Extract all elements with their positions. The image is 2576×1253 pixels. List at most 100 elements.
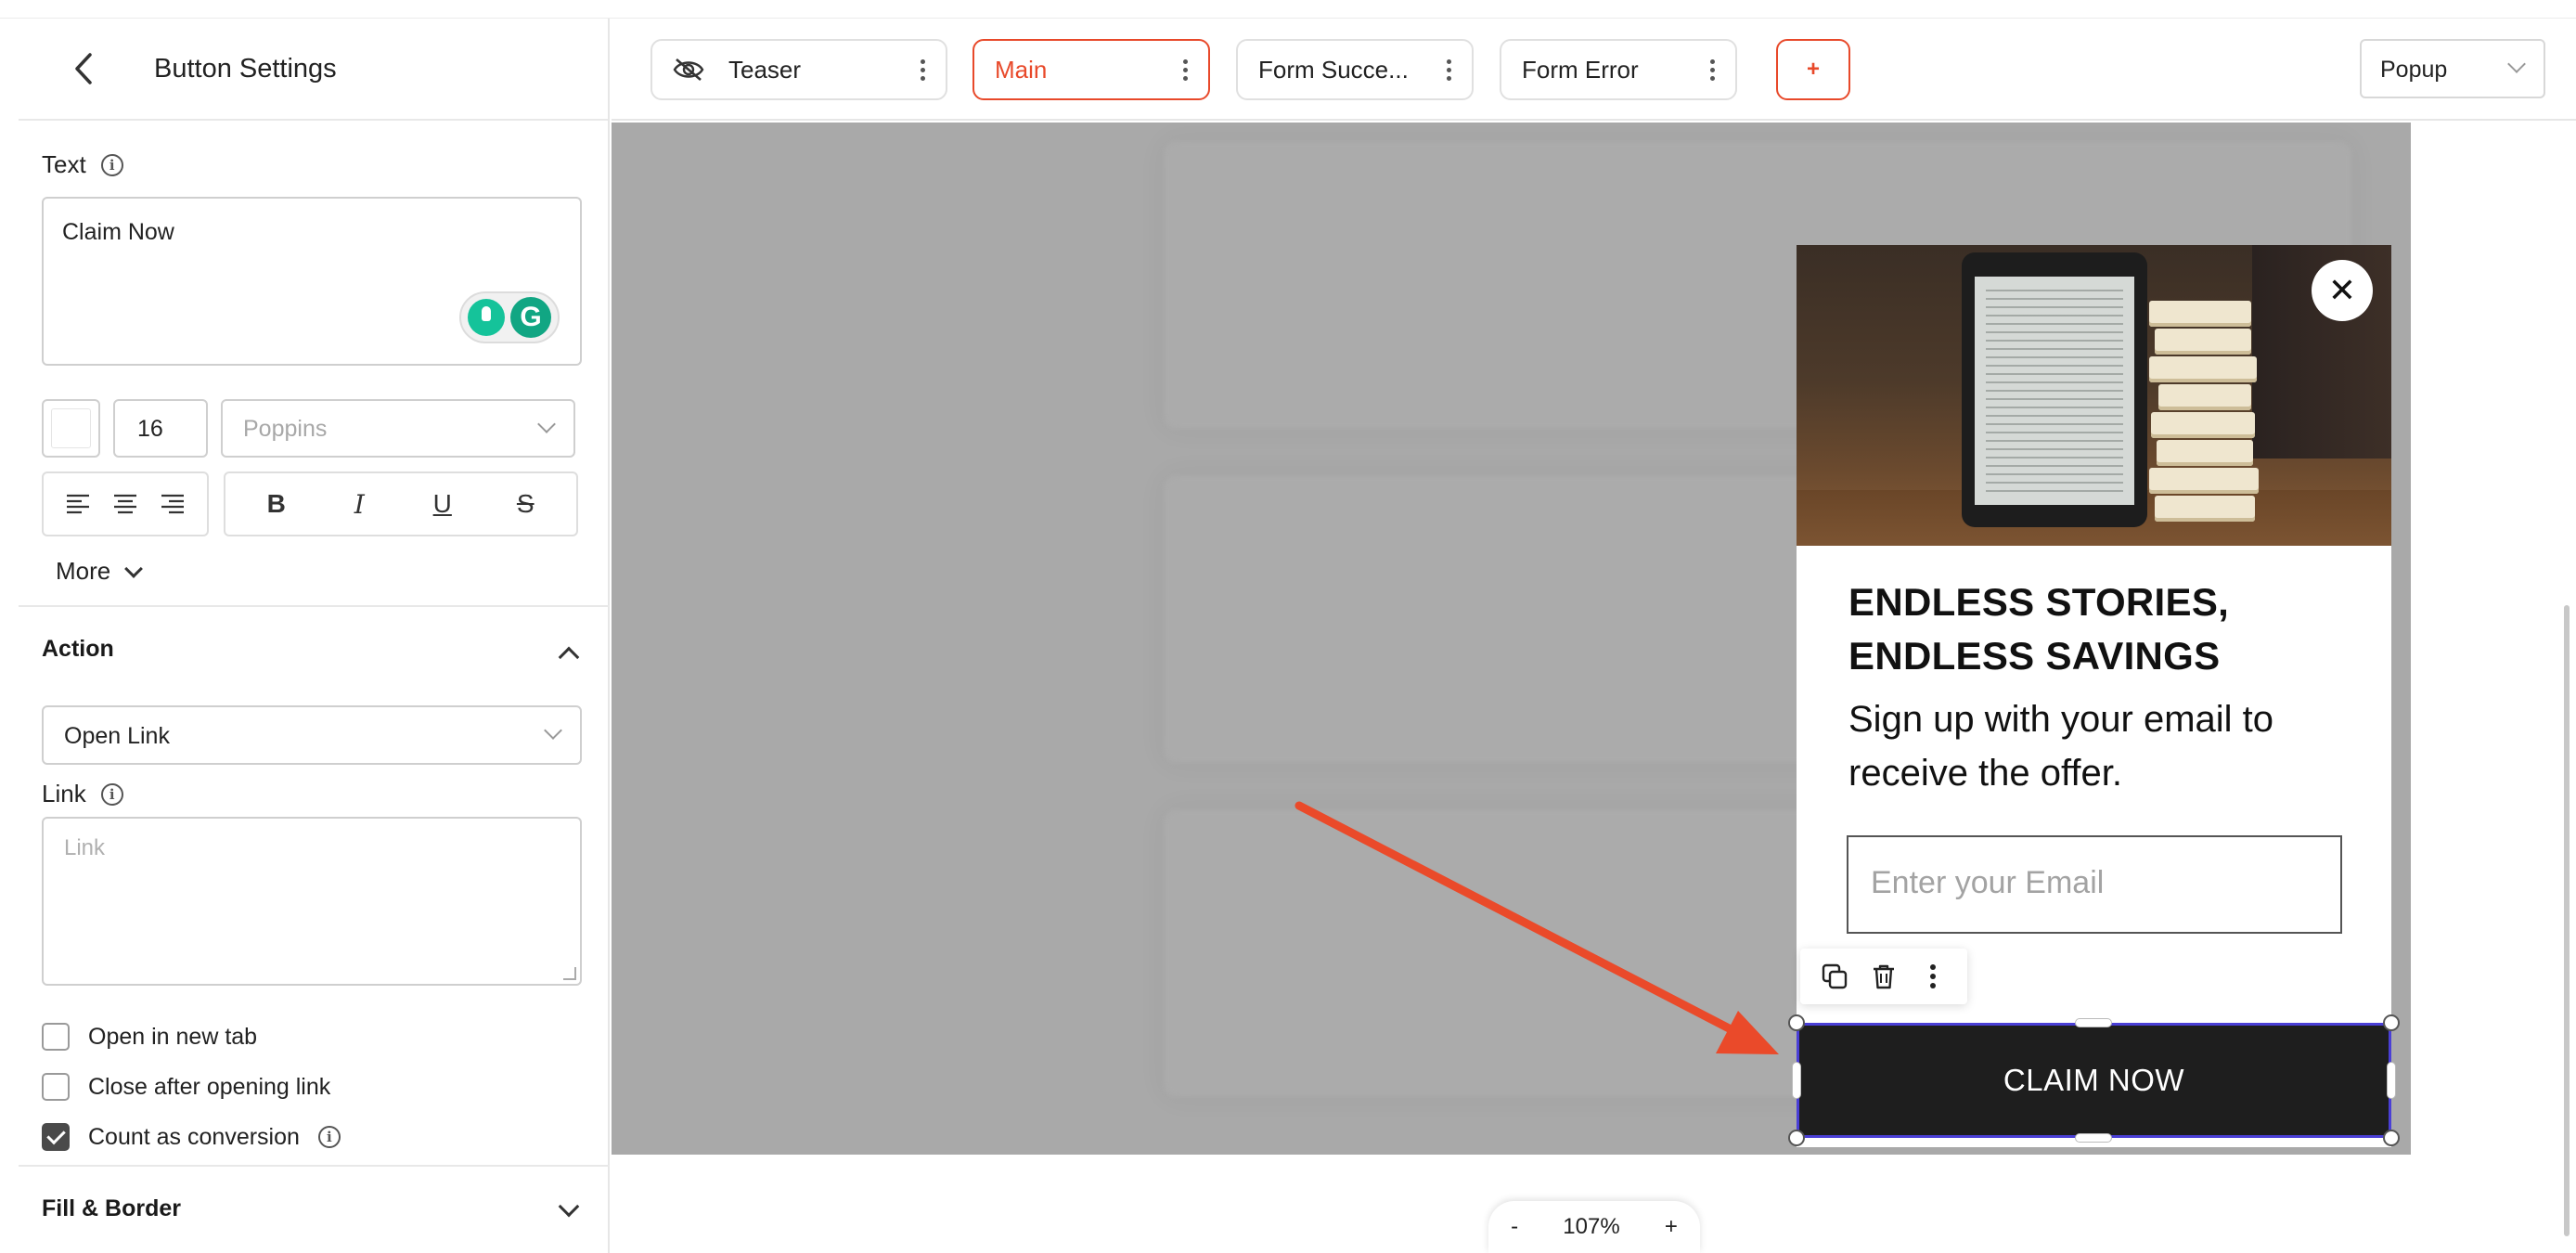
resize-handle[interactable]	[2075, 1133, 2112, 1143]
close-after-link-checkbox[interactable]	[42, 1073, 70, 1101]
zoom-control: - 107% +	[1488, 1201, 1700, 1253]
email-field[interactable]: Enter your Email	[1847, 835, 2342, 934]
checkbox-label: Close after opening link	[88, 1073, 331, 1100]
ebook-hero-image: ✕	[1797, 245, 2391, 546]
kebab-menu-icon[interactable]	[1710, 59, 1715, 81]
font-family-value: Poppins	[243, 416, 328, 442]
tab-main[interactable]: Main	[972, 39, 1210, 100]
tab-form-error[interactable]: Form Error	[1500, 39, 1737, 100]
text-label: Text i	[42, 150, 123, 179]
display-type-select[interactable]: Popup	[2360, 39, 2545, 98]
kebab-menu-icon[interactable]	[921, 59, 925, 81]
chevron-down-icon	[2507, 55, 2526, 73]
open-new-tab-checkbox[interactable]	[42, 1023, 70, 1051]
chevron-left-icon	[75, 53, 92, 84]
info-icon[interactable]: i	[100, 782, 123, 806]
more-label: More	[56, 557, 111, 585]
chevron-down-icon[interactable]	[558, 1195, 580, 1218]
ereader-screen	[1975, 277, 2134, 505]
grammarly-widget[interactable]: G	[459, 291, 560, 343]
back-button[interactable]	[56, 41, 111, 97]
action-select[interactable]: Open Link	[42, 705, 582, 765]
vertical-scrollbar[interactable]	[2564, 605, 2570, 1236]
button-text-value: Claim Now	[62, 219, 174, 245]
font-size-input[interactable]: 16	[113, 399, 208, 458]
resize-handle[interactable]	[2075, 1018, 2112, 1027]
resize-handle[interactable]	[2383, 1014, 2400, 1031]
kebab-menu-icon[interactable]	[1447, 59, 1451, 81]
count-conversion-checkbox-row[interactable]: Count as conversion i	[42, 1123, 341, 1151]
grammarly-icon[interactable]: G	[510, 297, 551, 338]
app-root: Button Settings Text i Claim Now G 16 Po…	[0, 0, 2576, 1253]
alignment-group	[42, 471, 209, 536]
resize-handle[interactable]	[2383, 1130, 2400, 1146]
more-options-button[interactable]	[1918, 962, 1948, 991]
more-toggle[interactable]: More	[56, 557, 144, 586]
close-after-link-checkbox-row[interactable]: Close after opening link	[42, 1073, 330, 1101]
info-icon[interactable]: i	[100, 153, 123, 176]
zoom-out-button[interactable]: -	[1503, 1214, 1526, 1240]
button-text-input[interactable]: Claim Now G	[42, 197, 582, 366]
zoom-in-button[interactable]: +	[1657, 1214, 1685, 1240]
tab-label: Form Succe...	[1258, 55, 1409, 84]
trash-icon	[1873, 964, 1894, 989]
count-conversion-checkbox[interactable]	[42, 1123, 70, 1151]
panel-title: Button Settings	[154, 53, 337, 84]
tab-form-success[interactable]: Form Succe...	[1236, 39, 1474, 100]
checkbox-label: Open in new tab	[88, 1023, 258, 1050]
link-label: Link i	[42, 780, 123, 808]
fill-border-section-title[interactable]: Fill & Border	[42, 1195, 181, 1222]
text-color-swatch[interactable]	[42, 399, 100, 458]
strikethrough-button[interactable]: S	[503, 482, 547, 526]
element-toolbar	[1800, 949, 1967, 1004]
claim-now-button[interactable]: CLAIM NOW	[1797, 1023, 2391, 1138]
align-center-button[interactable]	[103, 482, 148, 526]
top-strip	[0, 0, 2576, 19]
underline-button[interactable]: U	[420, 482, 465, 526]
action-section-title[interactable]: Action	[42, 636, 114, 663]
link-label-text: Link	[42, 780, 86, 807]
open-new-tab-checkbox-row[interactable]: Open in new tab	[42, 1023, 257, 1051]
resize-handle[interactable]	[2387, 1062, 2396, 1099]
eye-off-icon[interactable]	[673, 58, 704, 82]
chevron-down-icon	[537, 415, 556, 433]
text-style-row: 16 Poppins	[42, 399, 575, 458]
delete-button[interactable]	[1869, 962, 1899, 991]
kebab-menu-icon	[1930, 964, 1937, 988]
info-icon[interactable]: i	[317, 1126, 341, 1148]
align-right-icon	[161, 494, 184, 514]
resize-handle[interactable]	[1788, 1130, 1805, 1146]
resize-handle-icon[interactable]	[563, 967, 576, 980]
divider	[19, 605, 610, 607]
align-left-icon	[67, 494, 90, 514]
close-icon[interactable]: ✕	[2312, 260, 2373, 321]
editor-canvas-area: ✕ ENDLESS STORIES, ENDLESS SAVINGS Sign …	[612, 123, 2576, 1253]
duplicate-icon	[1822, 963, 1847, 989]
bold-button[interactable]: B	[254, 482, 299, 526]
popup-preview: ✕ ENDLESS STORIES, ENDLESS SAVINGS Sign …	[1797, 245, 2391, 1147]
tab-label: Teaser	[728, 55, 802, 84]
chevron-up-icon[interactable]	[558, 646, 580, 668]
lightbulb-icon[interactable]	[468, 299, 505, 336]
cta-selection: CLAIM NOW	[1788, 1014, 2400, 1146]
link-placeholder: Link	[64, 835, 106, 860]
display-type-value: Popup	[2380, 57, 2448, 83]
popup-subheading[interactable]: Sign up with your email to receive the o…	[1848, 692, 2331, 800]
link-input[interactable]: Link	[42, 817, 582, 986]
duplicate-button[interactable]	[1820, 962, 1849, 991]
italic-button[interactable]: I	[337, 482, 381, 526]
text-format-group: B I U S	[224, 471, 578, 536]
tab-teaser[interactable]: Teaser	[650, 39, 947, 100]
resize-handle[interactable]	[1788, 1014, 1805, 1031]
align-right-button[interactable]	[150, 482, 195, 526]
resize-handle[interactable]	[1792, 1062, 1801, 1099]
font-family-select[interactable]: Poppins	[221, 399, 575, 458]
format-row: B I U S	[42, 471, 578, 536]
popup-heading[interactable]: ENDLESS STORIES, ENDLESS SAVINGS	[1848, 575, 2331, 683]
step-tab-bar: Teaser Main Form Succe... Form Error + P…	[612, 19, 2576, 121]
panel-header: Button Settings	[19, 19, 608, 121]
align-left-button[interactable]	[56, 482, 100, 526]
kebab-menu-icon[interactable]	[1183, 59, 1188, 81]
chevron-down-icon	[124, 559, 144, 578]
add-tab-button[interactable]: +	[1776, 39, 1850, 100]
